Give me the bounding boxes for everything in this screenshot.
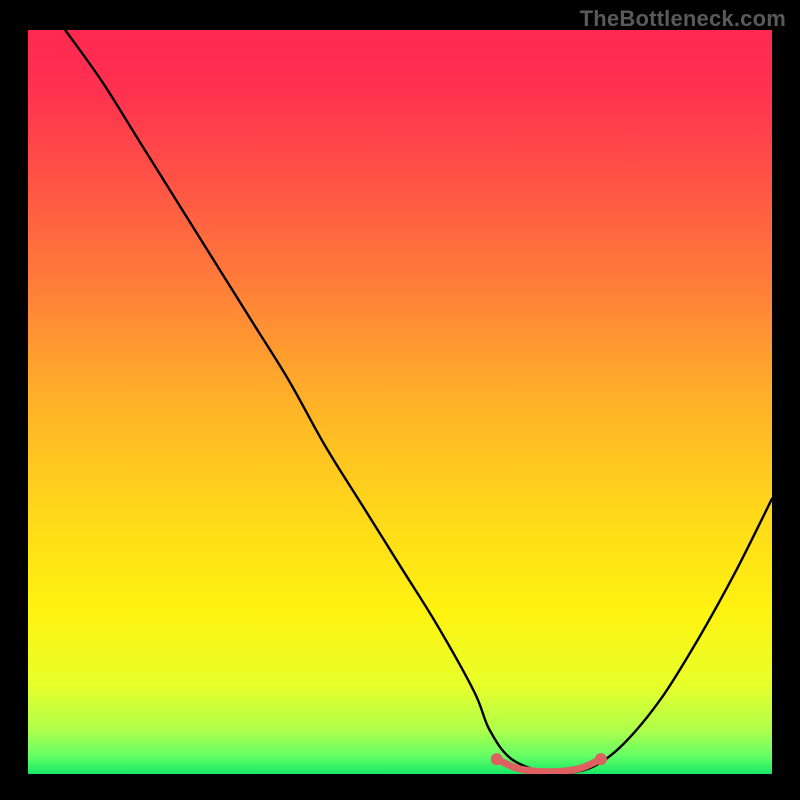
chart-svg [28,30,772,774]
watermark-text: TheBottleneck.com [580,6,786,32]
flat-bottom-right [595,753,607,765]
flat-bottom-left [491,753,503,765]
plot-area [28,30,772,774]
chart-frame: TheBottleneck.com [0,0,800,800]
